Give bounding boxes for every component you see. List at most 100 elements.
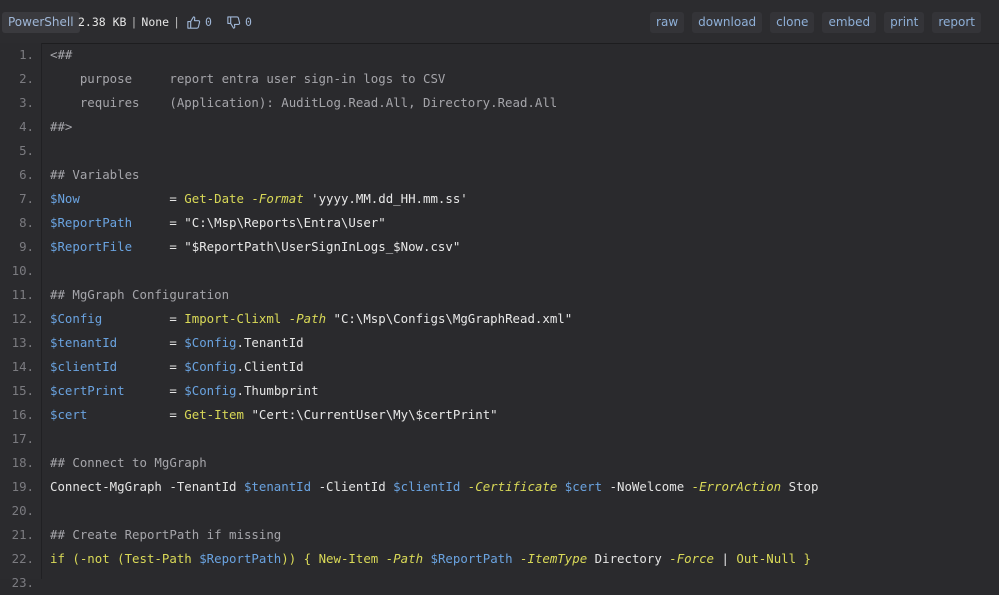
code-token: 'yyyy.MM.dd_HH.mm.ss' — [303, 191, 468, 206]
code-viewer[interactable]: 1. <## 2. purpose report entra user sign-i… — [0, 43, 999, 590]
code-line: 21. ## Create ReportPath if missing — [0, 523, 999, 547]
paste-meta: 2.38 KB | None | 0 0 — [78, 12, 264, 33]
code-token: .ClientId — [236, 359, 304, 374]
code-token: -ClientId — [311, 479, 394, 494]
code-token: $clientId — [393, 479, 461, 494]
line-number: 14. — [11, 359, 34, 374]
code-token: -NoWelcome — [602, 479, 692, 494]
line-number: 21. — [11, 527, 34, 542]
paste-toolbar: PowerShell 2.38 KB | None | 0 0 raw down… — [0, 0, 999, 44]
line-text: ## MgGraph Configuration — [50, 283, 229, 307]
code-token: = — [102, 311, 185, 326]
code-token: -Certificate — [467, 479, 558, 494]
code-token: <## — [50, 47, 73, 62]
code-token: -ItemType — [520, 551, 588, 566]
code-token: $Config — [184, 383, 237, 398]
line-text: Connect-MgGraph -TenantId $tenantId -Cli… — [50, 475, 818, 499]
code-token: -Format — [251, 191, 304, 206]
code-token: New-Item — [318, 551, 379, 566]
license-label: None — [141, 15, 170, 29]
code-line: 12. $Config = Import-Clixml -Path "C:\Msp… — [0, 307, 999, 331]
line-text: ## Variables — [50, 163, 140, 187]
line-number: 8. — [19, 215, 34, 230]
code-token: ## MgGraph Configuration — [50, 287, 230, 302]
line-text: $tenantId = $Config.TenantId — [50, 331, 304, 355]
code-token: $clientId — [50, 359, 118, 374]
code-token: ##> — [50, 119, 73, 134]
downvote-button[interactable]: 0 — [226, 12, 264, 33]
thumbs-down-icon — [227, 16, 241, 29]
line-text: if (-not (Test-Path $ReportPath)) { New-… — [50, 547, 811, 571]
line-number: 11. — [11, 287, 34, 302]
code-token: $certPrint — [50, 383, 125, 398]
line-text: $certPrint = $Config.Thumbprint — [50, 379, 319, 403]
code-line: 1. <## — [0, 43, 999, 67]
code-line: 3. requires (Application): AuditLog.Read… — [0, 91, 999, 115]
code-line: 8. $ReportPath = "C:\Msp\Reports\Entra\Us… — [0, 211, 999, 235]
print-button[interactable]: print — [884, 12, 925, 33]
code-token: $Now — [50, 191, 80, 206]
line-number: 2. — [19, 71, 34, 86]
code-line: 7. $Now = Get-Date -Format 'yyyy.MM.dd_HH… — [0, 187, 999, 211]
raw-button[interactable]: raw — [650, 12, 685, 33]
code-line: 13. $tenantId = $Config.TenantId — [0, 331, 999, 355]
line-text: ## Connect to MgGraph — [50, 451, 207, 475]
code-token: = — [87, 407, 185, 422]
code-token: )) { — [281, 551, 319, 566]
upvote-count: 0 — [205, 15, 212, 29]
line-number: 20. — [11, 503, 34, 518]
code-line: 15. $certPrint = $Config.Thumbprint — [0, 379, 999, 403]
code-line: 23. — [0, 571, 999, 595]
code-line: 19. Connect-MgGraph -TenantId $tenantId -… — [0, 475, 999, 499]
upvote-button[interactable]: 0 — [186, 12, 224, 33]
code-token: "C:\Msp\Reports\Entra\User" — [184, 215, 386, 230]
line-number: 5. — [19, 143, 34, 158]
report-button[interactable]: report — [932, 12, 981, 33]
code-line: 11. ## MgGraph Configuration — [0, 283, 999, 307]
code-token: $cert — [564, 479, 603, 494]
line-text: $ReportPath = "C:\Msp\Reports\Entra\User… — [50, 211, 386, 235]
code-token: $ReportFile — [50, 239, 133, 254]
code-line: 9. $ReportFile = "$ReportPath\UserSignInL… — [0, 235, 999, 259]
code-line: 16. $cert = Get-Item "Cert:\CurrentUser\M… — [0, 403, 999, 427]
code-token: = — [117, 359, 185, 374]
code-token: ## Variables — [50, 167, 140, 182]
language-badge[interactable]: PowerShell — [2, 12, 80, 33]
code-token: "Cert:\CurrentUser\My\$certPrint" — [243, 407, 498, 422]
clone-button[interactable]: clone — [770, 12, 815, 33]
code-token: $Config — [184, 335, 237, 350]
code-token: = — [132, 215, 185, 230]
code-token: } — [796, 551, 812, 566]
meta-separator: | — [173, 15, 181, 29]
code-line: 22. if (-not (Test-Path $ReportPath)) { N… — [0, 547, 999, 571]
code-token: if (-not (Test-Path — [50, 551, 200, 566]
code-token: .Thumbprint — [236, 383, 319, 398]
line-number: 7. — [19, 191, 34, 206]
code-token: -Path — [288, 311, 327, 326]
line-number: 15. — [11, 383, 34, 398]
line-number: 9. — [19, 239, 34, 254]
code-line: 14. $clientId = $Config.ClientId — [0, 355, 999, 379]
line-text: $ReportFile = "$ReportPath\UserSignInLog… — [50, 235, 460, 259]
line-text: $Now = Get-Date -Format 'yyyy.MM.dd_HH.m… — [50, 187, 468, 211]
code-token: Connect-MgGraph -TenantId — [50, 479, 244, 494]
line-number: 1. — [19, 47, 34, 62]
code-token: $Config — [50, 311, 103, 326]
code-token: -Path — [385, 551, 424, 566]
code-token: Directory — [587, 551, 670, 566]
code-line: 17. — [0, 427, 999, 451]
code-token: Stop — [781, 479, 819, 494]
code-token: ## Connect to MgGraph — [50, 455, 207, 470]
code-token: Get-Date — [184, 191, 244, 206]
code-line: 5. — [0, 139, 999, 163]
code-token: $tenantId — [50, 335, 118, 350]
embed-button[interactable]: embed — [822, 12, 877, 33]
code-token: $cert — [50, 407, 88, 422]
download-button[interactable]: download — [692, 12, 763, 33]
code-line: 18. ## Connect to MgGraph — [0, 451, 999, 475]
code-token: = — [79, 191, 185, 206]
code-token: .TenantId — [236, 335, 304, 350]
code-token: purpose report entra user sign-in logs t… — [50, 71, 446, 86]
